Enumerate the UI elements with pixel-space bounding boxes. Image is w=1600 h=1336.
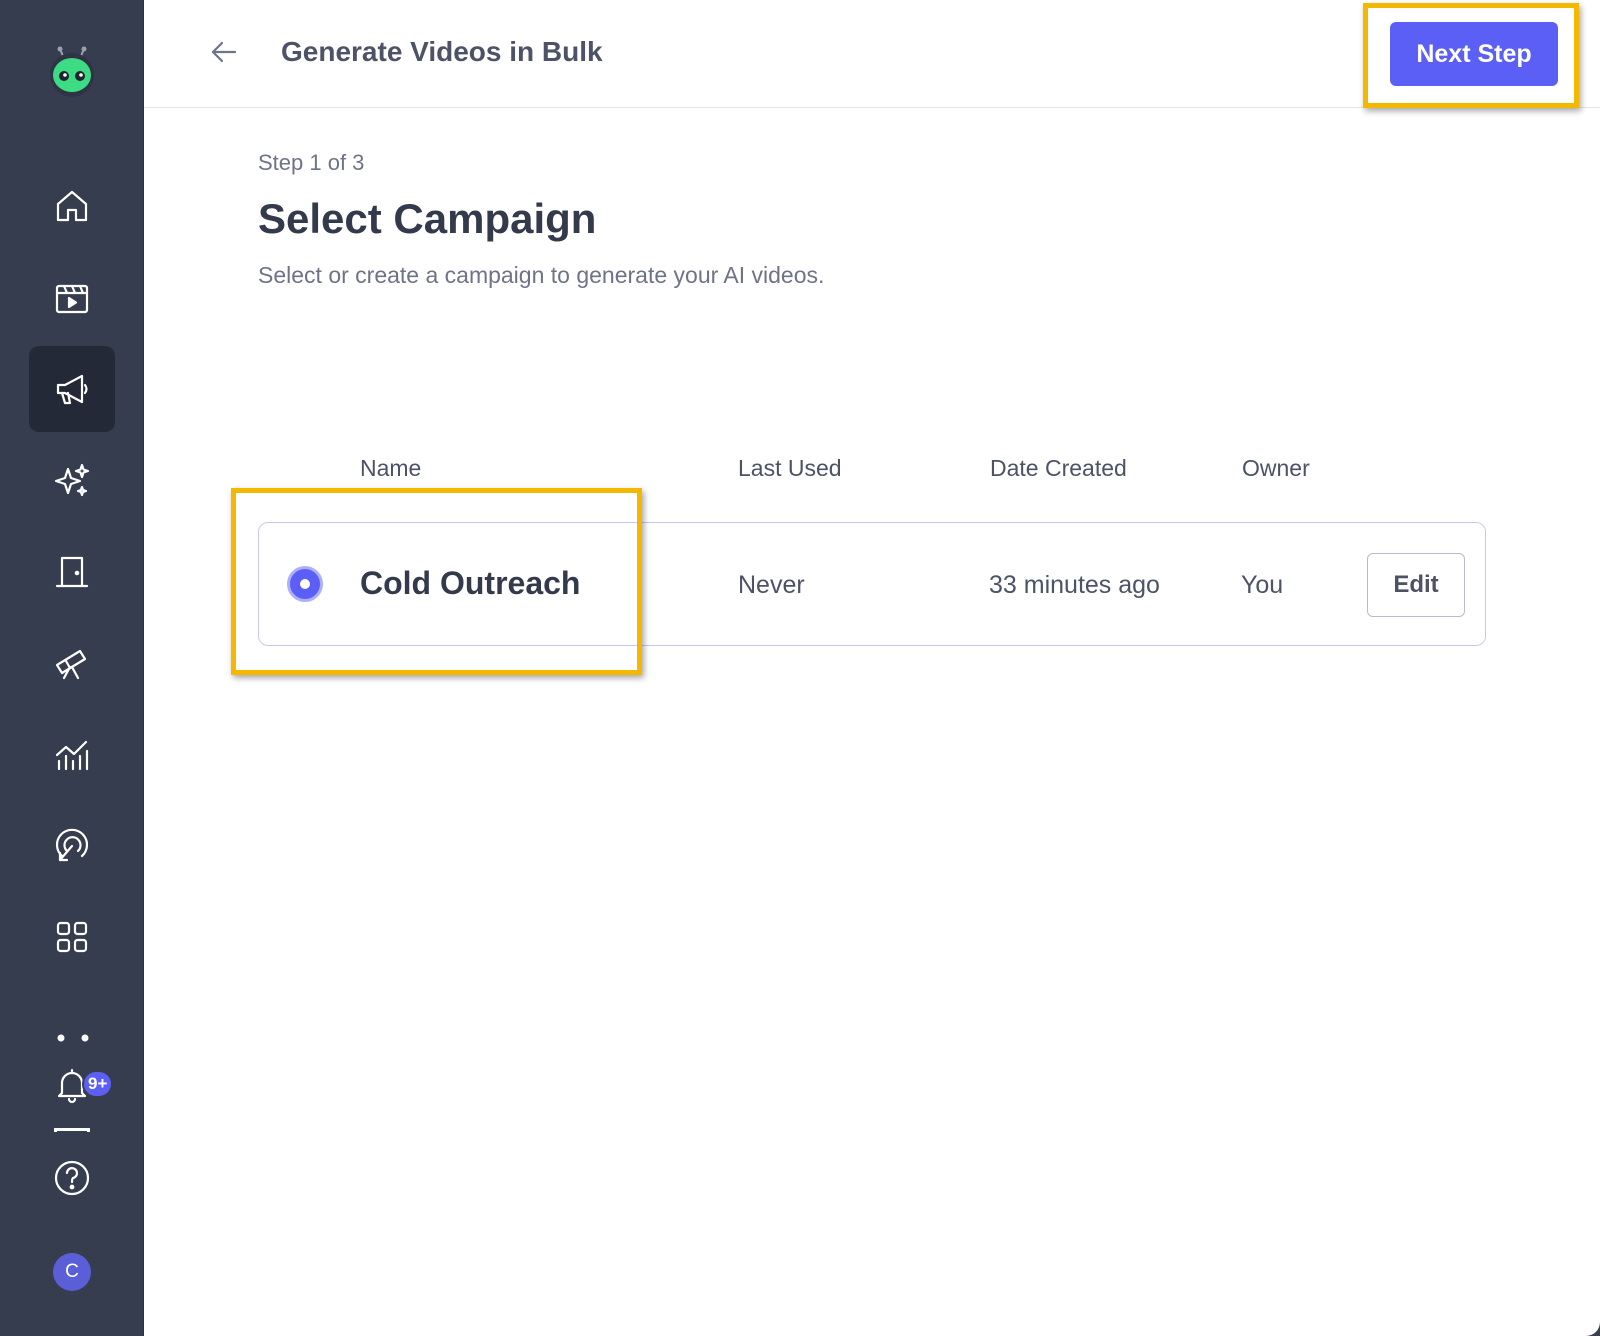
sidebar-item-campaigns[interactable] [29, 346, 115, 432]
divider-icon [54, 1128, 90, 1132]
campaign-last-used: Never [738, 571, 805, 599]
campaign-owner: You [1241, 571, 1284, 599]
column-header-owner[interactable]: Owner [1242, 455, 1310, 482]
analytics-icon [55, 740, 89, 771]
campaign-date-created: 33 minutes ago [989, 571, 1160, 599]
sidebar-item-explore[interactable] [29, 620, 115, 706]
video-clapper-icon [55, 284, 89, 314]
avatar[interactable]: C [53, 1253, 91, 1291]
campaign-name: Cold Outreach [360, 565, 581, 601]
home-icon [56, 190, 88, 222]
page-title: Generate Videos in Bulk [281, 36, 603, 67]
arrow-left-icon [211, 41, 237, 63]
sidebar-item-targeting[interactable] [29, 803, 115, 889]
telescope-icon [55, 649, 87, 680]
back-button[interactable] [204, 32, 244, 72]
column-header-name[interactable]: Name [360, 455, 421, 482]
robot-logo-icon[interactable] [46, 46, 98, 98]
section-subtitle: Select or create a campaign to generate … [258, 262, 825, 288]
step-indicator: Step 1 of 3 [258, 150, 365, 175]
column-header-date-created[interactable]: Date Created [990, 455, 1127, 482]
campaign-radio[interactable] [287, 566, 323, 602]
help-circle-icon [54, 1160, 90, 1196]
page-header: Generate Videos in Bulk [144, 0, 1600, 108]
radio-selected-dot [300, 579, 310, 589]
app-window: 9+ C Generate Videos in Bulk Next Step S… [0, 0, 1600, 1336]
megaphone-icon [56, 374, 88, 405]
sparkles-icon [54, 463, 90, 497]
target-pointer-icon [55, 828, 89, 862]
table-row[interactable]: Cold Outreach Never 33 minutes ago You E… [258, 522, 1486, 646]
door-icon [55, 556, 89, 588]
sidebar-item-ai[interactable] [29, 438, 115, 524]
sidebar-item-help[interactable] [29, 1135, 115, 1221]
sidebar-item-home[interactable] [29, 163, 115, 249]
sidebar-item-rooms[interactable] [29, 529, 115, 615]
apps-grid-icon [56, 921, 88, 953]
column-header-last-used[interactable]: Last Used [738, 455, 842, 482]
section-title: Select Campaign [258, 195, 597, 242]
sidebar-item-videos[interactable] [29, 255, 115, 341]
edit-campaign-button[interactable]: Edit [1367, 553, 1465, 617]
sidebar-item-apps[interactable] [29, 894, 115, 980]
next-step-button[interactable]: Next Step [1390, 22, 1558, 86]
sidebar: 9+ C [0, 0, 144, 1336]
notifications-badge: 9+ [82, 1070, 114, 1098]
sidebar-item-analytics[interactable] [29, 712, 115, 798]
